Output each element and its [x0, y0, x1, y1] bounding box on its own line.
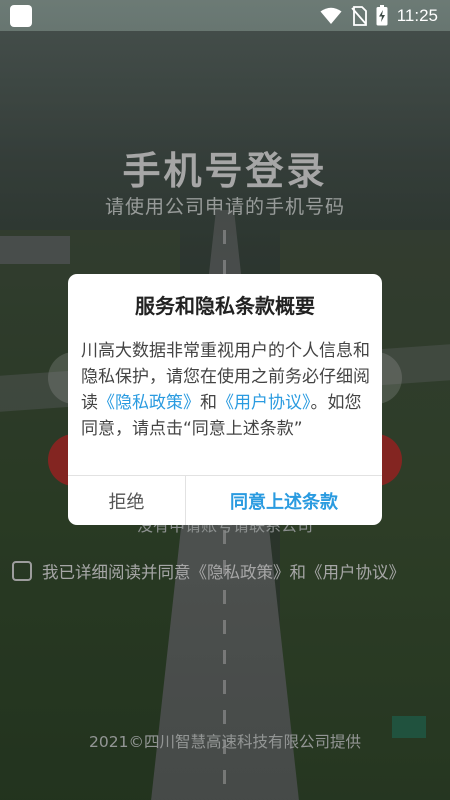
dialog-privacy-link[interactable]: 《隐私政策》	[98, 393, 200, 413]
no-sim-icon	[351, 5, 367, 26]
status-bar: 11:25	[0, 0, 450, 31]
wifi-icon	[320, 7, 342, 24]
dialog-body: 川高大数据非常重视用户的个人信息和隐私保护，请您在使用之前务必仔细阅读《隐私政策…	[81, 338, 373, 442]
dialog-and: 和	[200, 393, 217, 413]
battery-charging-icon	[376, 5, 388, 26]
clock: 11:25	[396, 5, 438, 25]
privacy-dialog: 服务和隐私条款概要 川高大数据非常重视用户的个人信息和隐私保护，请您在使用之前务…	[68, 274, 382, 525]
status-icons: 11:25	[320, 5, 438, 26]
notification-square-icon	[10, 4, 32, 27]
reject-button[interactable]: 拒绝	[68, 476, 185, 525]
dialog-user-agreement-link[interactable]: 《用户协议》	[217, 393, 311, 413]
dialog-title: 服务和隐私条款概要	[135, 294, 315, 318]
agree-button[interactable]: 同意上述条款	[186, 476, 382, 525]
